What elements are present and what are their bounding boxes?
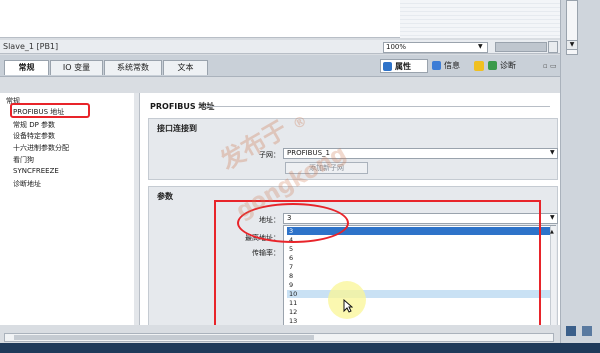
- nav-item-hex-params[interactable]: 十六进制参数分配: [13, 143, 69, 153]
- overview-icon[interactable]: [582, 326, 592, 336]
- zoom-select[interactable]: 100%: [383, 42, 488, 53]
- properties-icon: [383, 62, 392, 71]
- chevron-down-icon[interactable]: ▼: [478, 43, 483, 50]
- work-area-stripes: [400, 0, 560, 38]
- nav-item-syncfreeze[interactable]: SYNCFREEZE: [13, 167, 59, 175]
- nav-item-device-params[interactable]: 设备特定参数: [13, 131, 55, 141]
- nav-item-watchdog[interactable]: 看门狗: [13, 155, 34, 165]
- panel-controls-icon[interactable]: ▫ ▭: [543, 62, 557, 70]
- warning-icon: [474, 61, 484, 71]
- tab-system-constants[interactable]: 系统常数: [104, 60, 162, 75]
- window-title: Slave_1 [PB1]: [3, 42, 59, 51]
- parameters-group-title: 参数: [157, 192, 173, 201]
- interface-group-title: 接口连接到: [157, 124, 197, 133]
- scroll-up-arrow-icon[interactable]: ▲: [550, 229, 554, 235]
- tab-diagnostics-label: 诊断: [500, 61, 516, 70]
- taskbar: [0, 343, 600, 353]
- zoom-slider[interactable]: [495, 42, 547, 52]
- chevron-down-icon[interactable]: ▼: [550, 214, 555, 221]
- tab-info-label: 信息: [444, 61, 460, 70]
- tab-diagnostics[interactable]: 诊断: [486, 59, 536, 73]
- tab-info[interactable]: 信息: [430, 59, 478, 73]
- tab-texts[interactable]: 文本: [163, 60, 208, 75]
- nav-item-diag-address[interactable]: 诊断地址: [13, 179, 41, 189]
- tab-general[interactable]: 常规: [4, 60, 49, 75]
- zoom-fit-button[interactable]: [548, 41, 558, 53]
- info-icon: [432, 61, 441, 70]
- nav-item-dp-params[interactable]: 常规 DP 参数: [13, 120, 55, 130]
- scroll-down-arrow-icon[interactable]: ▼: [566, 40, 578, 50]
- annotation-box: [214, 200, 541, 343]
- tab-properties[interactable]: 属性: [380, 59, 428, 73]
- tab-io-tags[interactable]: IO 变量: [50, 60, 103, 75]
- annotation-box: [10, 103, 90, 118]
- tab-properties-label: 属性: [395, 62, 411, 71]
- dropdown-scrollbar[interactable]: [550, 226, 556, 339]
- chevron-down-icon[interactable]: ▼: [550, 149, 555, 156]
- diagnostics-icon: [488, 61, 497, 70]
- scrollbar-thumb[interactable]: [14, 335, 314, 340]
- section-divider: [205, 106, 550, 107]
- portal-view-icon[interactable]: [566, 326, 576, 336]
